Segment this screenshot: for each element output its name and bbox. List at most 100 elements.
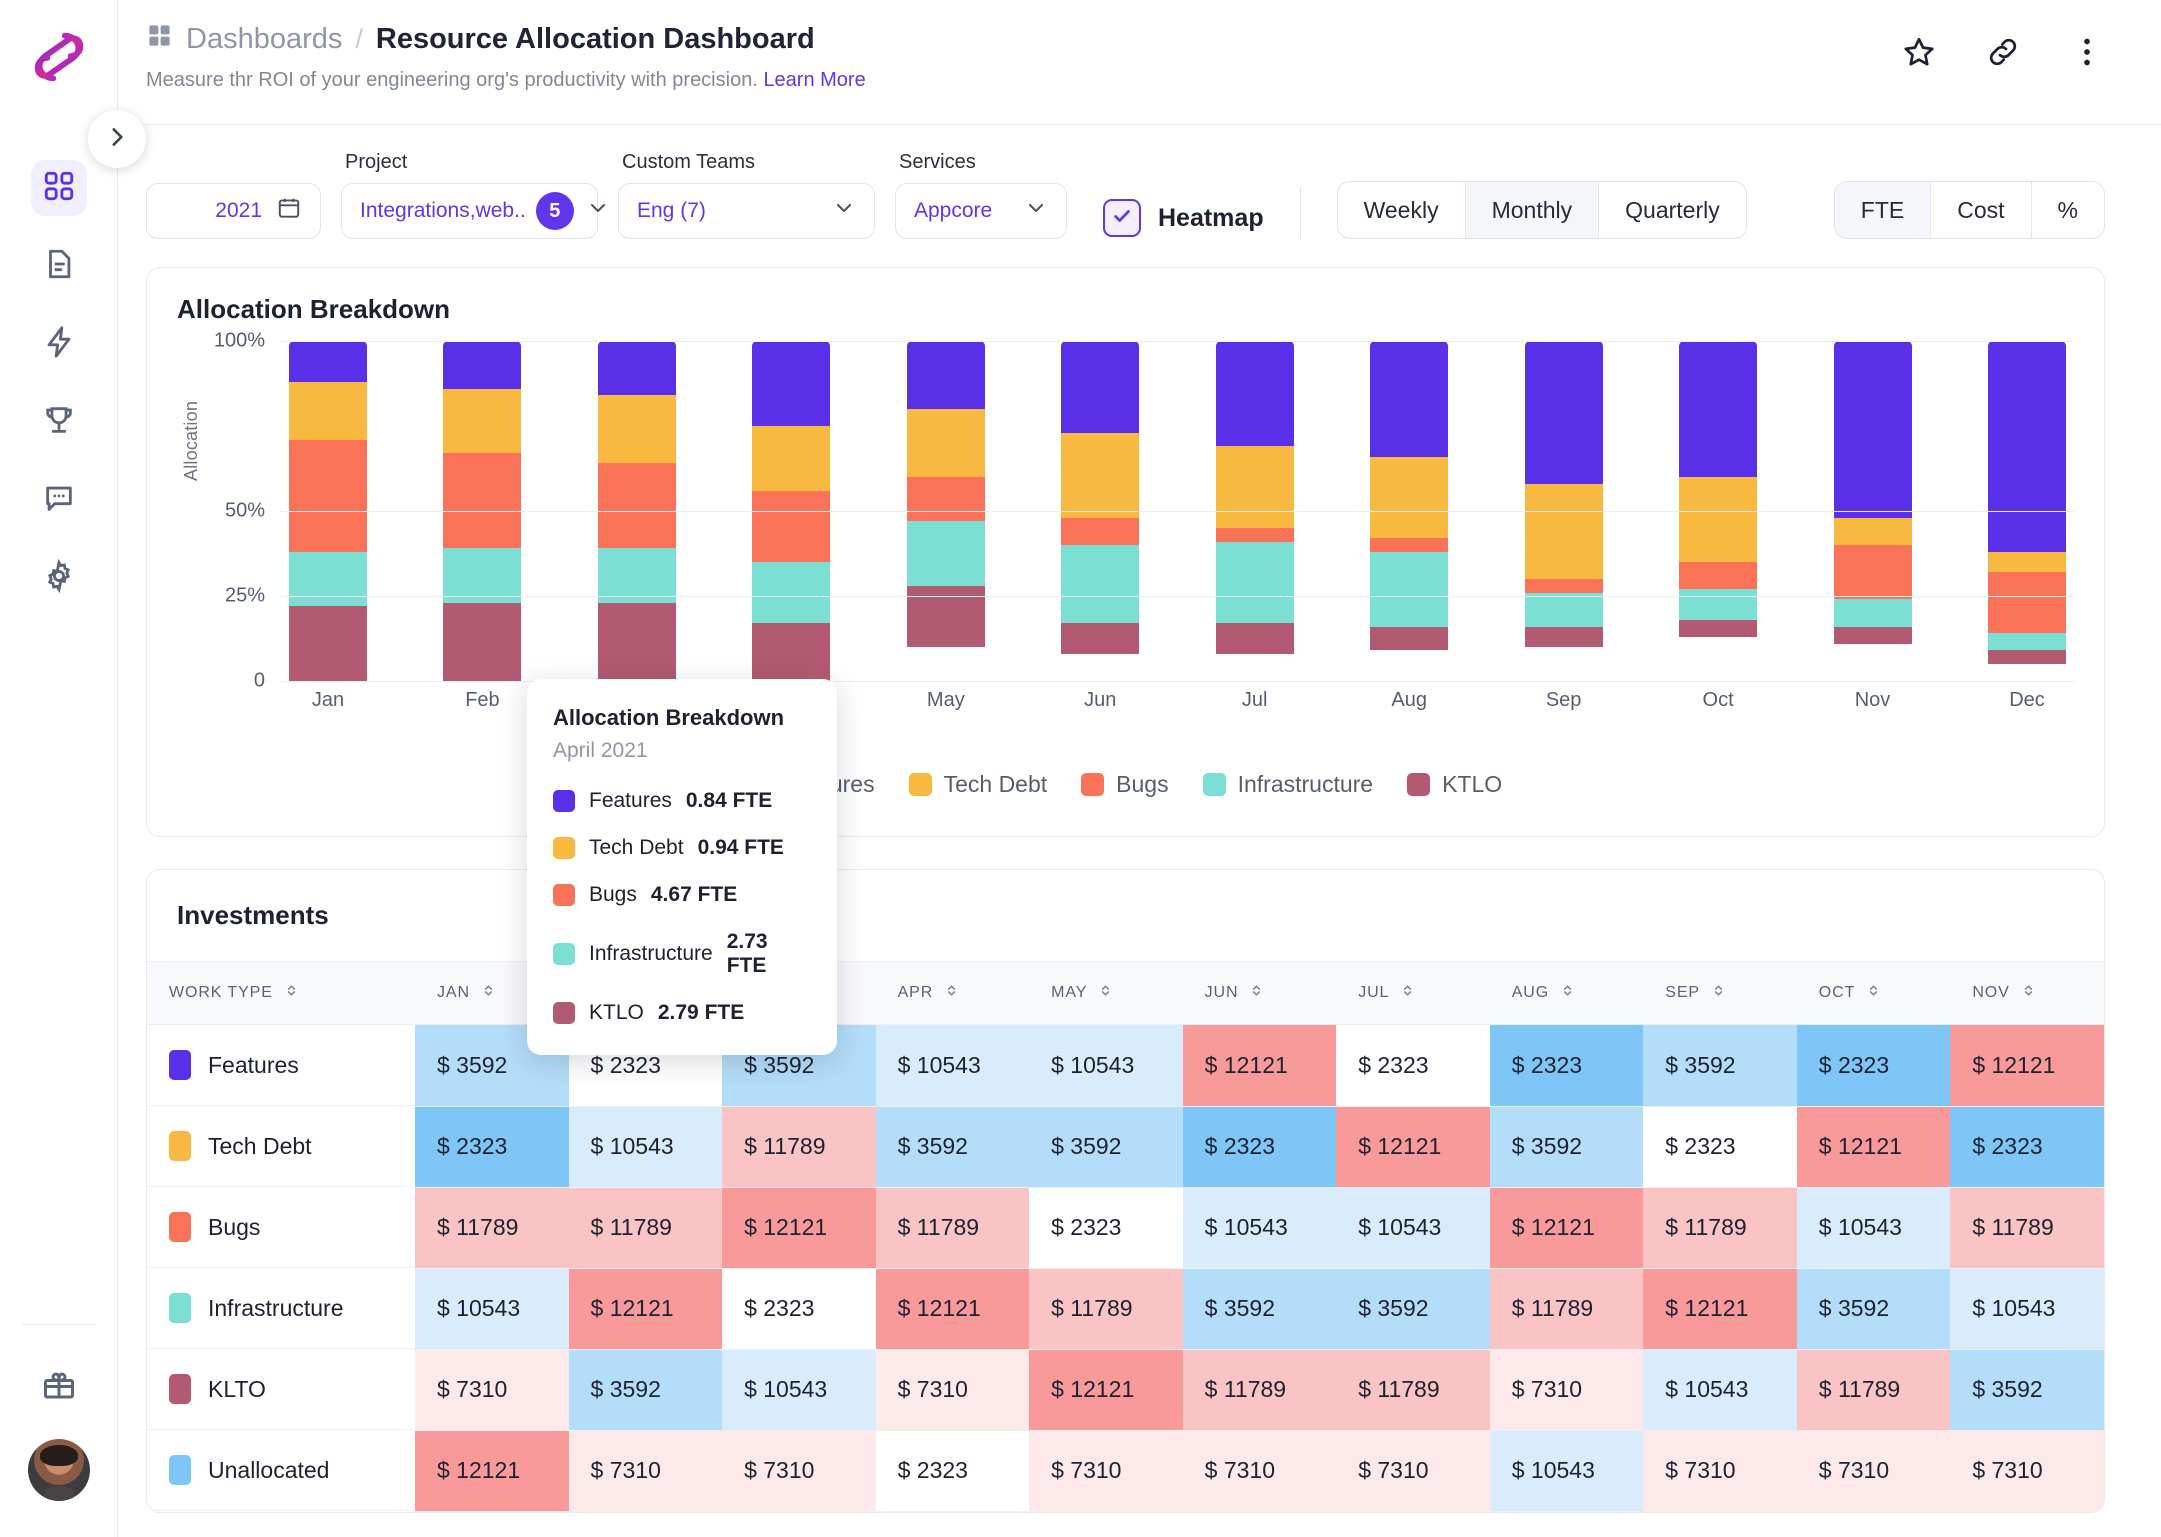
bar-segment-bugs[interactable] (1679, 562, 1758, 590)
favorite-star-icon[interactable] (1901, 34, 1937, 75)
heatmap-cell[interactable]: $ 12121 (1182, 1024, 1337, 1107)
table-header-work-type[interactable]: WORK TYPE (147, 961, 415, 1025)
bar-segment-infrastructure[interactable] (289, 551, 367, 607)
bar-segment-ktlo[interactable] (289, 606, 367, 681)
heatmap-cell[interactable]: $ 2323 (1489, 1024, 1644, 1107)
sort-icon[interactable] (283, 982, 300, 1004)
table-header-oct[interactable]: OCT (1796, 961, 1951, 1025)
heatmap-cell[interactable]: $ 7310 (1029, 1430, 1183, 1512)
bar-segment-tech-debt[interactable] (1679, 477, 1758, 562)
heatmap-cell[interactable]: $ 7310 (1182, 1430, 1337, 1512)
sidebar-item-activity[interactable] (31, 316, 87, 372)
sidebar-item-documents[interactable] (31, 238, 87, 294)
bar-segment-bugs[interactable] (1061, 517, 1140, 545)
bar-segment-infrastructure[interactable] (1987, 633, 2066, 651)
heatmap-cell[interactable]: $ 3592 (1796, 1268, 1951, 1350)
avatar[interactable] (28, 1439, 90, 1501)
heatmap-cell[interactable]: $ 7310 (1796, 1430, 1951, 1512)
bar-segment-bugs[interactable] (906, 477, 985, 522)
bar-segment-infrastructure[interactable] (443, 548, 522, 603)
unit-option-percent[interactable]: % (2032, 182, 2104, 238)
heatmap-cell[interactable]: $ 7310 (1336, 1430, 1490, 1512)
sort-icon[interactable] (943, 982, 960, 1004)
heatmap-cell[interactable]: $ 12121 (875, 1268, 1030, 1350)
heatmap-cell[interactable]: $ 2323 (1336, 1024, 1490, 1107)
bar-segment-tech-debt[interactable] (906, 409, 985, 477)
more-options-icon[interactable] (2069, 34, 2105, 75)
cadence-option-monthly[interactable]: Monthly (1465, 182, 1600, 238)
heatmap-cell[interactable]: $ 2323 (1643, 1106, 1797, 1188)
heatmap-cell[interactable]: $ 3592 (1489, 1106, 1644, 1188)
bar-segment-features[interactable] (1987, 341, 2066, 552)
bar-segment-tech-debt[interactable] (1061, 432, 1140, 518)
bar-segment-tech-debt[interactable] (597, 395, 676, 464)
bar-segment-infrastructure[interactable] (1679, 589, 1758, 620)
heatmap-cell[interactable]: $ 11789 (1029, 1268, 1183, 1350)
heatmap-cell[interactable]: $ 10543 (875, 1024, 1030, 1107)
sidebar-item-goals[interactable] (31, 394, 87, 450)
table-header-aug[interactable]: AUG (1489, 961, 1644, 1025)
heatmap-cell[interactable]: $ 7310 (415, 1349, 569, 1431)
heatmap-cell[interactable]: $ 3592 (1643, 1024, 1797, 1107)
heatmap-cell[interactable]: $ 7310 (1643, 1430, 1797, 1512)
heatmap-cell[interactable]: $ 12121 (1489, 1187, 1644, 1269)
heatmap-cell[interactable]: $ 12121 (1336, 1106, 1490, 1188)
bar-segment-ktlo[interactable] (1061, 623, 1140, 654)
bar-segment-infrastructure[interactable] (1215, 541, 1294, 624)
bar-segment-ktlo[interactable] (597, 602, 676, 681)
heatmap-cell[interactable]: $ 7310 (1489, 1349, 1644, 1431)
bar-segment-features[interactable] (289, 341, 367, 382)
heatmap-cell[interactable]: $ 3592 (875, 1106, 1030, 1188)
heatmap-cell[interactable]: $ 2323 (1950, 1106, 2104, 1188)
unit-option-cost[interactable]: Cost (1931, 182, 2032, 238)
heatmap-cell[interactable]: $ 11789 (415, 1187, 569, 1269)
heatmap-cell[interactable]: $ 12121 (568, 1268, 723, 1350)
heatmap-cell[interactable]: $ 10543 (568, 1106, 723, 1188)
legend-item[interactable]: Infrastructure (1202, 771, 1373, 798)
heatmap-cell[interactable]: $ 12121 (1796, 1106, 1951, 1188)
heatmap-cell[interactable]: $ 10543 (415, 1268, 569, 1350)
heatmap-cell[interactable]: $ 2323 (875, 1430, 1030, 1512)
sort-icon[interactable] (480, 982, 497, 1004)
bar-segment-features[interactable] (1679, 341, 1758, 477)
bar-segment-bugs[interactable] (1987, 572, 2066, 634)
sort-icon[interactable] (1559, 982, 1576, 1004)
heatmap-cell[interactable]: $ 10543 (722, 1349, 876, 1431)
heatmap-cell[interactable]: $ 10543 (1029, 1024, 1183, 1107)
heatmap-cell[interactable]: $ 12121 (722, 1187, 876, 1269)
bar-segment-tech-debt[interactable] (1987, 551, 2066, 573)
date-filter[interactable]: 2021 (146, 183, 321, 239)
heatmap-cell[interactable]: $ 2323 (1029, 1187, 1183, 1269)
legend-item[interactable]: Tech Debt (908, 771, 1047, 798)
heatmap-cell[interactable]: $ 2323 (722, 1268, 876, 1350)
heatmap-cell[interactable]: $ 7310 (722, 1430, 876, 1512)
heatmap-cell[interactable]: $ 11789 (1489, 1268, 1644, 1350)
table-row[interactable]: Infrastructure $ 10543 $ 12121 $ 2323 $ 1212… (147, 1268, 2104, 1350)
bar-segment-infrastructure[interactable] (1833, 599, 1912, 627)
cadence-option-quarterly[interactable]: Quarterly (1599, 182, 1746, 238)
bar-segment-features[interactable] (1061, 341, 1140, 433)
sidebar-item-dashboards[interactable] (30, 160, 87, 216)
bar-segment-ktlo[interactable] (1679, 619, 1758, 637)
bar-segment-bugs[interactable] (752, 490, 831, 562)
bar-segment-features[interactable] (1833, 341, 1912, 518)
table-header-jul[interactable]: JUL (1336, 961, 1490, 1025)
bar-segment-tech-debt[interactable] (1833, 517, 1912, 545)
heatmap-checkbox[interactable] (1103, 199, 1141, 237)
table-header-sep[interactable]: SEP (1643, 961, 1797, 1025)
bar-segment-infrastructure[interactable] (1061, 544, 1140, 624)
learn-more-link[interactable]: Learn More (763, 69, 865, 91)
bar-segment-bugs[interactable] (1370, 538, 1449, 552)
table-row[interactable]: Tech Debt $ 2323 $ 10543 $ 11789 $ 3592 $ 359… (147, 1106, 2104, 1188)
sort-icon[interactable] (2020, 982, 2037, 1004)
table-header-may[interactable]: MAY (1029, 961, 1183, 1025)
heatmap-cell[interactable]: $ 11789 (1796, 1349, 1951, 1431)
heatmap-cell[interactable]: $ 11789 (1182, 1349, 1337, 1431)
bar-segment-bugs[interactable] (1215, 527, 1294, 542)
bar-segment-ktlo[interactable] (1987, 650, 2066, 664)
breadcrumb-dashboards[interactable]: Dashboards (146, 22, 342, 57)
heatmap-cell[interactable]: $ 10543 (1950, 1268, 2104, 1350)
bar-segment-ktlo[interactable] (1215, 623, 1294, 654)
bar-segment-ktlo[interactable] (752, 623, 831, 681)
heatmap-cell[interactable]: $ 11789 (722, 1106, 876, 1188)
